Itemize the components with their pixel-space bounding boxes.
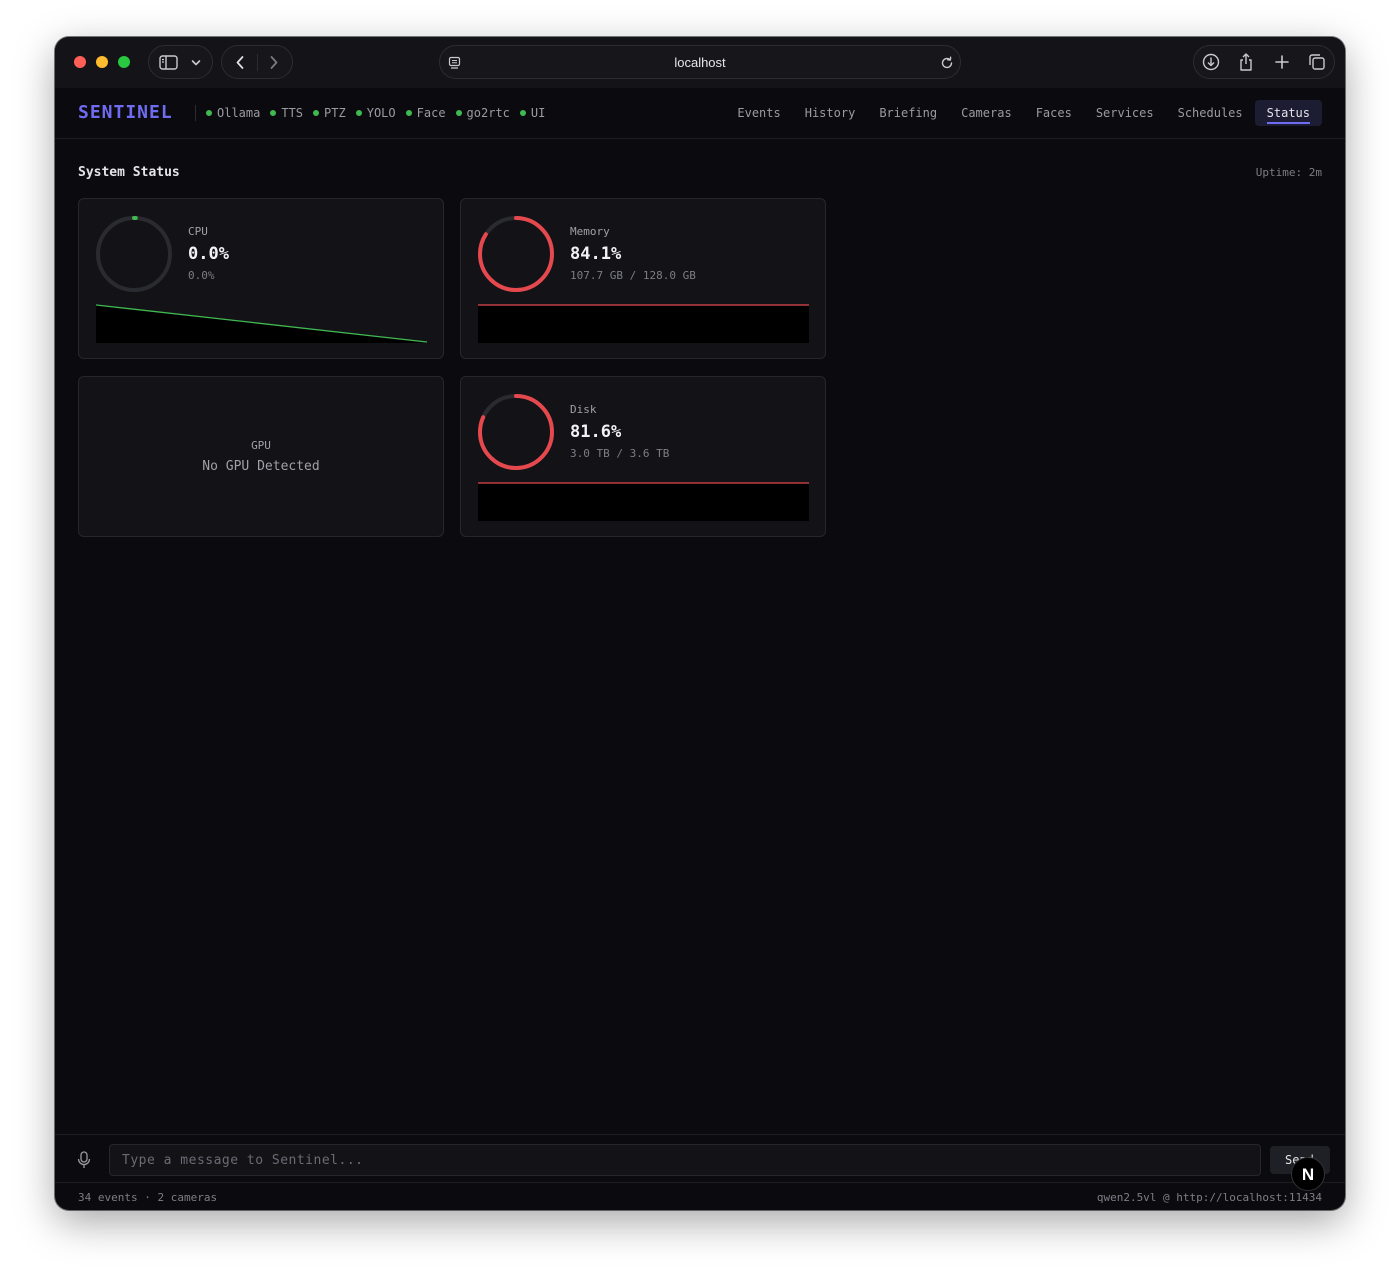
browser-actions bbox=[1193, 45, 1335, 79]
brand-logo[interactable]: SENTINEL bbox=[78, 102, 173, 123]
address-bar[interactable]: localhost bbox=[439, 45, 961, 79]
tab-faces[interactable]: Faces bbox=[1024, 100, 1084, 126]
main-navigation: Events History Briefing Cameras Faces Se… bbox=[725, 100, 1322, 126]
disk-history-chart bbox=[478, 482, 809, 521]
reload-icon[interactable] bbox=[940, 56, 954, 70]
page-title: System Status bbox=[78, 165, 180, 180]
memory-sub: 107.7 GB / 128.0 GB bbox=[570, 269, 696, 282]
minimize-window-button[interactable] bbox=[96, 56, 108, 68]
memory-history-chart bbox=[478, 304, 809, 343]
download-icon[interactable] bbox=[1202, 53, 1220, 71]
uptime-label: Uptime: 2m bbox=[1255, 166, 1322, 179]
memory-history-fill bbox=[478, 305, 809, 343]
sidebar-icon bbox=[159, 55, 178, 70]
disk-value: 81.6% bbox=[570, 422, 622, 442]
cpu-history-chart bbox=[96, 304, 427, 343]
cpu-gauge bbox=[96, 216, 172, 292]
service-name: YOLO bbox=[366, 106, 396, 120]
status-footer: 34 events · 2 cameras qwen2.5vl @ http:/… bbox=[55, 1182, 1345, 1210]
app-header: SENTINEL Ollama TTS PTZ YOLO Face go2rtc… bbox=[55, 88, 1345, 139]
disk-card: Disk 81.6% 3.0 TB / 3.6 TB bbox=[460, 376, 826, 537]
tab-events[interactable]: Events bbox=[725, 100, 792, 126]
memory-card: Memory 84.1% 107.7 GB / 128.0 GB bbox=[460, 198, 826, 359]
tab-services[interactable]: Services bbox=[1084, 100, 1166, 126]
cpu-card: CPU 0.0% 0.0% bbox=[78, 198, 444, 359]
microphone-icon[interactable] bbox=[77, 1151, 91, 1169]
header-divider bbox=[195, 105, 196, 121]
service-status-ui: UI bbox=[519, 106, 546, 120]
cpu-sub: 0.0% bbox=[188, 269, 215, 282]
service-name: TTS bbox=[281, 106, 304, 120]
cpu-label: CPU bbox=[188, 225, 208, 238]
status-dot bbox=[270, 110, 277, 116]
status-dot bbox=[313, 110, 320, 116]
service-status-list: Ollama TTS PTZ YOLO Face go2rtc UI bbox=[206, 106, 545, 120]
tab-history[interactable]: History bbox=[793, 100, 868, 126]
plus-icon[interactable] bbox=[1274, 54, 1290, 70]
disk-sub: 3.0 TB / 3.6 TB bbox=[570, 447, 670, 460]
chat-bar: Send bbox=[55, 1134, 1345, 1182]
tab-status[interactable]: Status bbox=[1254, 100, 1322, 126]
memory-value: 84.1% bbox=[570, 244, 622, 264]
service-status-yolo: YOLO bbox=[355, 106, 396, 120]
sidebar-toggle-button[interactable] bbox=[148, 45, 213, 79]
service-status-tts: TTS bbox=[270, 106, 303, 120]
service-name: Ollama bbox=[217, 106, 261, 120]
service-name: UI bbox=[530, 106, 546, 120]
memory-gauge bbox=[478, 216, 554, 292]
chevron-down-icon[interactable] bbox=[191, 59, 201, 67]
history-navigation bbox=[221, 45, 293, 79]
service-status-go2rtc: go2rtc bbox=[455, 106, 510, 120]
tabs-overview-icon[interactable] bbox=[1308, 53, 1326, 71]
service-name: go2rtc bbox=[466, 106, 510, 120]
cpu-value: 0.0% bbox=[188, 244, 229, 264]
service-status-ptz: PTZ bbox=[313, 106, 346, 120]
status-dot bbox=[355, 110, 362, 116]
url-text: localhost bbox=[674, 55, 726, 70]
status-dot bbox=[206, 110, 212, 116]
disk-gauge bbox=[478, 394, 554, 470]
disk-label: Disk bbox=[570, 403, 597, 416]
status-dot bbox=[455, 110, 462, 116]
browser-toolbar: localhost bbox=[55, 37, 1345, 88]
browser-window: localhost SENTINEL Ollama TTS PTZ YOLO F… bbox=[55, 37, 1345, 1210]
disk-history-fill bbox=[478, 483, 809, 521]
share-icon[interactable] bbox=[1238, 52, 1254, 72]
status-dot bbox=[405, 110, 412, 116]
service-name: PTZ bbox=[324, 106, 346, 120]
gauge-track bbox=[96, 216, 172, 292]
nav-divider bbox=[257, 54, 258, 71]
tab-cameras[interactable]: Cameras bbox=[949, 100, 1024, 126]
status-dot bbox=[519, 110, 526, 116]
zoom-window-button[interactable] bbox=[118, 56, 130, 68]
footer-model-info: qwen2.5vl @ http://localhost:11434 bbox=[1096, 1191, 1322, 1204]
back-icon[interactable] bbox=[234, 55, 246, 70]
forward-icon[interactable] bbox=[268, 55, 280, 70]
nextjs-dev-indicator-icon[interactable]: N bbox=[1291, 1157, 1325, 1191]
close-window-button[interactable] bbox=[74, 56, 86, 68]
gpu-label: GPU bbox=[251, 439, 271, 452]
gpu-card: GPU No GPU Detected bbox=[78, 376, 444, 537]
service-status-face: Face bbox=[405, 106, 446, 120]
tab-briefing[interactable]: Briefing bbox=[867, 100, 949, 126]
footer-stats: 34 events · 2 cameras bbox=[78, 1191, 218, 1204]
chat-message-input[interactable] bbox=[109, 1144, 1261, 1176]
service-name: Face bbox=[416, 106, 446, 120]
service-status-ollama: Ollama bbox=[206, 106, 260, 120]
gpu-message: No GPU Detected bbox=[202, 459, 320, 474]
tab-schedules[interactable]: Schedules bbox=[1166, 100, 1255, 126]
memory-label: Memory bbox=[570, 225, 610, 238]
